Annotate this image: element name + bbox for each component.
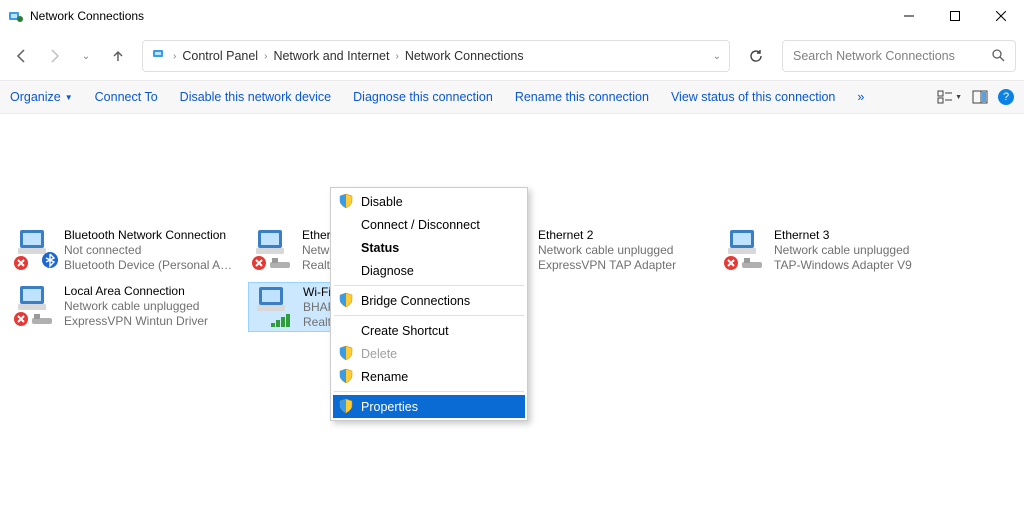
- search-placeholder: Search Network Connections: [793, 49, 991, 63]
- window-title: Network Connections: [30, 9, 144, 23]
- adapter-device: TAP-Windows Adapter V9: [774, 258, 912, 273]
- adapter-name: Ethernet 3: [774, 228, 912, 243]
- adapter-device: ExpressVPN Wintun Driver: [64, 314, 208, 329]
- preview-pane-button[interactable]: [972, 89, 988, 105]
- adapter-text: Ethernet 3Network cable unpluggedTAP-Win…: [774, 228, 912, 274]
- adapter-icon: [252, 228, 296, 272]
- adapter-status: Not connected: [64, 243, 234, 258]
- menu-disable[interactable]: Disable: [333, 190, 525, 213]
- shield-icon: [338, 193, 354, 212]
- organize-menu[interactable]: Organize▼: [10, 90, 73, 104]
- address-bar[interactable]: › Control Panel › Network and Internet ›…: [142, 40, 730, 72]
- adapter-name: Local Area Connection: [64, 284, 208, 299]
- adapter-item[interactable]: Ethernet 3Network cable unpluggedTAP-Win…: [720, 226, 948, 276]
- recent-dropdown[interactable]: ⌄: [72, 42, 100, 70]
- shield-icon: [338, 345, 354, 364]
- shield-icon: [338, 368, 354, 387]
- shield-icon: [338, 398, 354, 417]
- adapter-icon: [253, 285, 297, 329]
- maximize-button[interactable]: [932, 0, 978, 32]
- up-button[interactable]: [104, 42, 132, 70]
- adapter-device: Bluetooth Device (Personal Area ...: [64, 258, 234, 273]
- breadcrumb-item[interactable]: Network Connections: [405, 49, 524, 63]
- adapter-icon: [14, 284, 58, 328]
- overflow-button[interactable]: »: [857, 90, 864, 104]
- adapter-status: Network cable unplugged: [64, 299, 208, 314]
- shield-icon: [338, 292, 354, 311]
- menu-status[interactable]: Status: [333, 236, 525, 259]
- connect-to-button[interactable]: Connect To: [95, 90, 158, 104]
- chevron-right-icon: ›: [395, 51, 398, 62]
- adapter-icon: [724, 228, 768, 272]
- adapter-text: Ethernet 2Network cable unpluggedExpress…: [538, 228, 676, 274]
- adapter-list: Bluetooth Network ConnectionNot connecte…: [0, 114, 1024, 126]
- command-bar: Organize▼ Connect To Disable this networ…: [0, 80, 1024, 114]
- menu-diagnose[interactable]: Diagnose: [333, 259, 525, 282]
- breadcrumb-item[interactable]: Network and Internet: [273, 49, 389, 63]
- menu-rename[interactable]: Rename: [333, 365, 525, 388]
- search-input[interactable]: Search Network Connections: [782, 40, 1016, 72]
- diagnose-button[interactable]: Diagnose this connection: [353, 90, 493, 104]
- refresh-button[interactable]: [740, 40, 772, 72]
- menu-delete: Delete: [333, 342, 525, 365]
- title-bar: Network Connections: [0, 0, 1024, 32]
- forward-button[interactable]: [40, 42, 68, 70]
- adapter-name: Ethernet 2: [538, 228, 676, 243]
- menu-separator: [334, 391, 524, 392]
- menu-properties[interactable]: Properties: [333, 395, 525, 418]
- menu-connect[interactable]: Connect / Disconnect: [333, 213, 525, 236]
- menu-separator: [334, 285, 524, 286]
- disable-device-button[interactable]: Disable this network device: [180, 90, 331, 104]
- adapter-device: ExpressVPN TAP Adapter: [538, 258, 676, 273]
- adapter-item[interactable]: Bluetooth Network ConnectionNot connecte…: [10, 226, 238, 276]
- adapter-icon: [14, 228, 58, 272]
- view-status-button[interactable]: View status of this connection: [671, 90, 835, 104]
- rename-button[interactable]: Rename this connection: [515, 90, 649, 104]
- adapter-name: Bluetooth Network Connection: [64, 228, 234, 243]
- minimize-button[interactable]: [886, 0, 932, 32]
- address-dropdown[interactable]: ⌄: [713, 51, 721, 62]
- dropdown-icon: ▼: [65, 93, 73, 102]
- view-mode-button[interactable]: ▼: [937, 89, 962, 105]
- adapter-status: Network cable unplugged: [538, 243, 676, 258]
- breadcrumb-item[interactable]: Control Panel: [182, 49, 258, 63]
- chevron-right-icon: ›: [264, 51, 267, 62]
- chevron-right-icon: ›: [173, 51, 176, 62]
- search-icon: [991, 48, 1005, 65]
- menu-shortcut[interactable]: Create Shortcut: [333, 319, 525, 342]
- adapter-text: Local Area ConnectionNetwork cable unplu…: [64, 284, 208, 330]
- context-menu: Disable Connect / Disconnect Status Diag…: [330, 187, 528, 421]
- help-button[interactable]: ?: [998, 89, 1014, 105]
- close-button[interactable]: [978, 0, 1024, 32]
- adapter-item[interactable]: Local Area ConnectionNetwork cable unplu…: [10, 282, 238, 332]
- app-icon: [8, 8, 24, 24]
- menu-bridge[interactable]: Bridge Connections: [333, 289, 525, 312]
- menu-separator: [334, 315, 524, 316]
- adapter-text: Bluetooth Network ConnectionNot connecte…: [64, 228, 234, 274]
- computer-icon: [151, 47, 167, 66]
- adapter-status: Network cable unplugged: [774, 243, 912, 258]
- nav-row: ⌄ › Control Panel › Network and Internet…: [0, 32, 1024, 80]
- back-button[interactable]: [8, 42, 36, 70]
